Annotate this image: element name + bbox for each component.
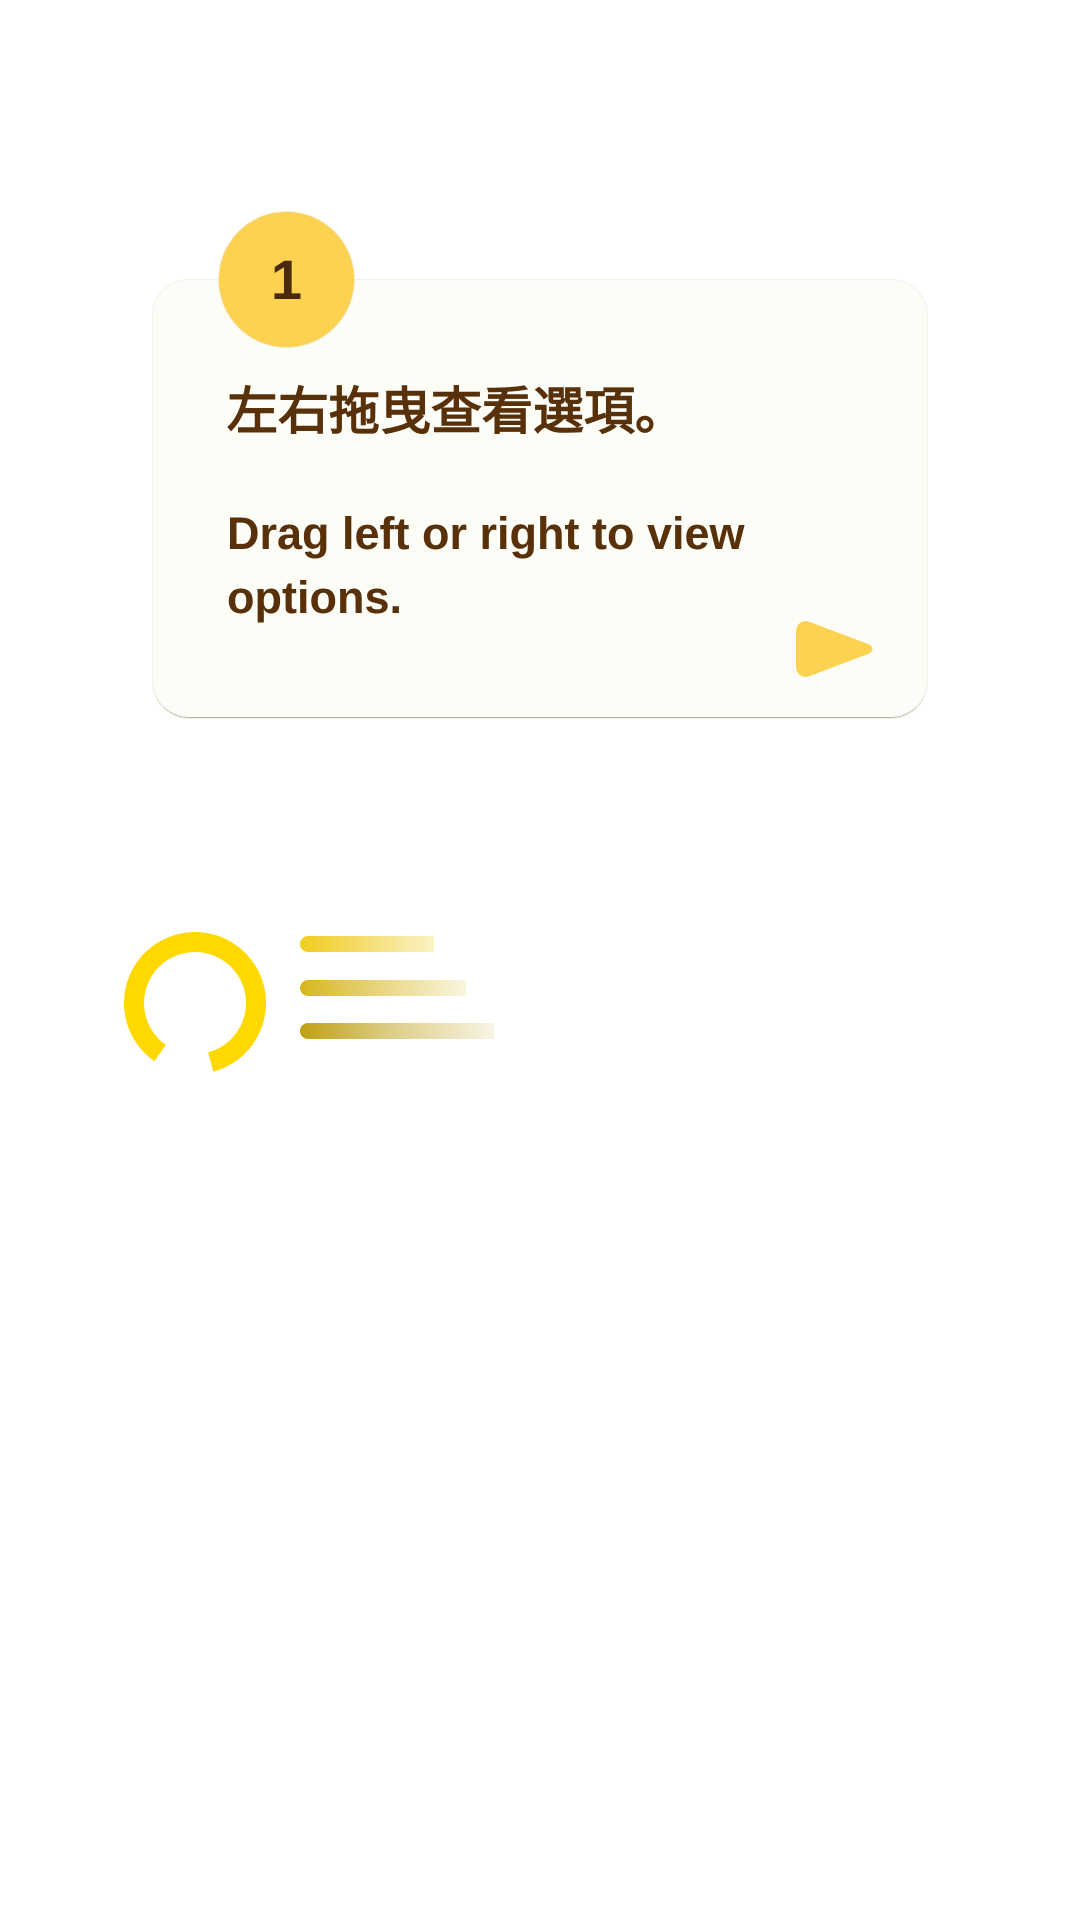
hint-text-english: Drag left or right to view options. <box>227 508 745 623</box>
page: 1 左右拖曳查看選項。 Drag left or right to view o… <box>0 0 1080 1920</box>
loading-ring-icon <box>124 932 266 1074</box>
play-arrow-icon[interactable] <box>794 620 874 678</box>
hint-text-chinese: 左右拖曳查看選項。 <box>227 383 687 442</box>
step-number: 1 <box>270 248 303 311</box>
step-badge: 1 <box>219 212 354 347</box>
skeleton-line <box>300 980 466 996</box>
skeleton-line <box>300 1023 494 1039</box>
skeleton-line <box>300 936 434 952</box>
